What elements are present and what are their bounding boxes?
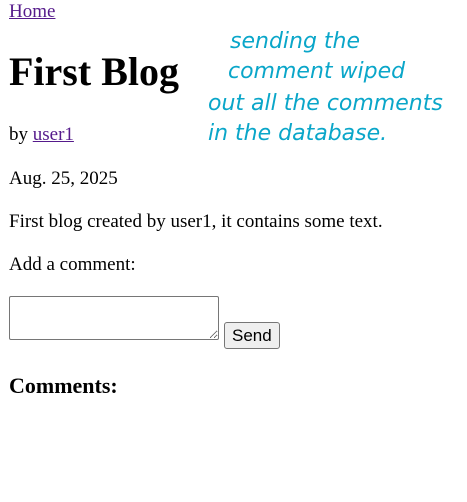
annotation-line: in the database. xyxy=(208,121,387,146)
home-link[interactable]: Home xyxy=(9,1,55,23)
handwritten-annotation: sending the comment wiped out all the co… xyxy=(208,28,466,148)
annotation-line: out all the comments xyxy=(208,91,443,116)
comments-heading: Comments: xyxy=(9,373,118,398)
annotation-line: sending the xyxy=(230,29,360,54)
send-button[interactable]: Send xyxy=(224,322,280,349)
comment-textarea[interactable] xyxy=(9,296,219,340)
author-link[interactable]: user1 xyxy=(33,124,74,145)
annotation-line: comment wiped xyxy=(228,59,406,84)
annotation-svg: sending the comment wiped out all the co… xyxy=(208,29,443,146)
byline: by user1 xyxy=(9,124,74,146)
comment-label: Add a comment: xyxy=(9,254,136,275)
page-title: First Blog xyxy=(9,49,179,94)
post-date: Aug. 25, 2025 xyxy=(9,168,118,189)
post-body: First blog created by user1, it contains… xyxy=(9,211,383,232)
byline-prefix: by xyxy=(9,124,33,145)
